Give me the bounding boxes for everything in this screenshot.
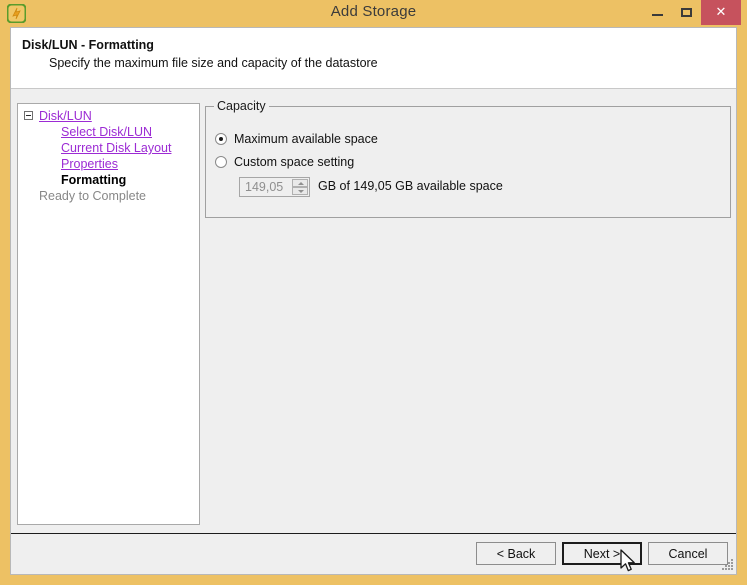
next-button[interactable]: Next > (562, 542, 642, 565)
custom-space-spinner[interactable]: 149,05 (239, 177, 310, 197)
page-title: Disk/LUN - Formatting (22, 38, 154, 52)
minimize-icon (652, 14, 663, 16)
available-space-note: GB of 149,05 GB available space (318, 179, 503, 193)
tree-item-label[interactable]: Current Disk Layout (61, 141, 171, 155)
capacity-group-box: Capacity Maximum available space Custom … (205, 99, 731, 218)
title-bar[interactable]: Add Storage ✕ (0, 0, 747, 27)
radio-maximum-available-space[interactable]: Maximum available space (215, 132, 378, 146)
tree-item-label: Ready to Complete (39, 189, 147, 203)
page-subtitle: Specify the maximum file size and capaci… (49, 56, 378, 70)
radio-unselected-icon[interactable] (215, 156, 227, 168)
tree-item-label: Formatting (61, 173, 127, 187)
tree-item-properties[interactable]: Properties (18, 157, 199, 173)
tree-item-current-disk-layout[interactable]: Current Disk Layout (18, 141, 199, 157)
tree-item-label[interactable]: Properties (61, 157, 118, 171)
radio-custom-space-setting[interactable]: Custom space setting (215, 155, 354, 169)
dialog-footer: < Back Next > Cancel (11, 534, 736, 574)
close-button[interactable]: ✕ (701, 0, 741, 25)
close-icon: ✕ (715, 5, 727, 20)
tree-item-label[interactable]: Disk/LUN (39, 109, 92, 123)
custom-space-value[interactable]: 149,05 (245, 180, 283, 194)
dialog-header: Disk/LUN - Formatting Specify the maximu… (11, 28, 736, 89)
tree-item-formatting: Formatting (18, 173, 199, 189)
back-button[interactable]: < Back (476, 542, 556, 565)
capacity-legend: Capacity (214, 99, 269, 113)
spinner-buttons[interactable] (292, 179, 308, 195)
minimize-button[interactable] (643, 0, 672, 26)
add-storage-dialog-window: Add Storage ✕ Disk/LUN - Formatting Spec… (0, 0, 747, 585)
spinner-down-icon[interactable] (292, 187, 308, 195)
wizard-step-tree: Disk/LUN Select Disk/LUN Current Disk La… (17, 103, 200, 525)
radio-label[interactable]: Maximum available space (234, 132, 378, 146)
tree-item-disk-lun[interactable]: Disk/LUN (18, 109, 199, 125)
window-title: Add Storage (330, 3, 417, 20)
dialog-client-area: Disk/LUN - Formatting Specify the maximu… (10, 27, 737, 575)
collapse-expander-icon[interactable] (24, 111, 33, 120)
resize-grip[interactable] (721, 559, 734, 572)
tree-item-ready-to-complete: Ready to Complete (18, 189, 199, 205)
radio-selected-icon[interactable] (215, 133, 227, 145)
maximize-icon (681, 8, 692, 17)
maximize-button[interactable] (672, 0, 701, 26)
tree-item-select-disk-lun[interactable]: Select Disk/LUN (18, 125, 199, 141)
cancel-button[interactable]: Cancel (648, 542, 728, 565)
radio-label[interactable]: Custom space setting (234, 155, 354, 169)
spinner-up-icon[interactable] (292, 179, 308, 187)
tree-item-label[interactable]: Select Disk/LUN (61, 125, 152, 139)
